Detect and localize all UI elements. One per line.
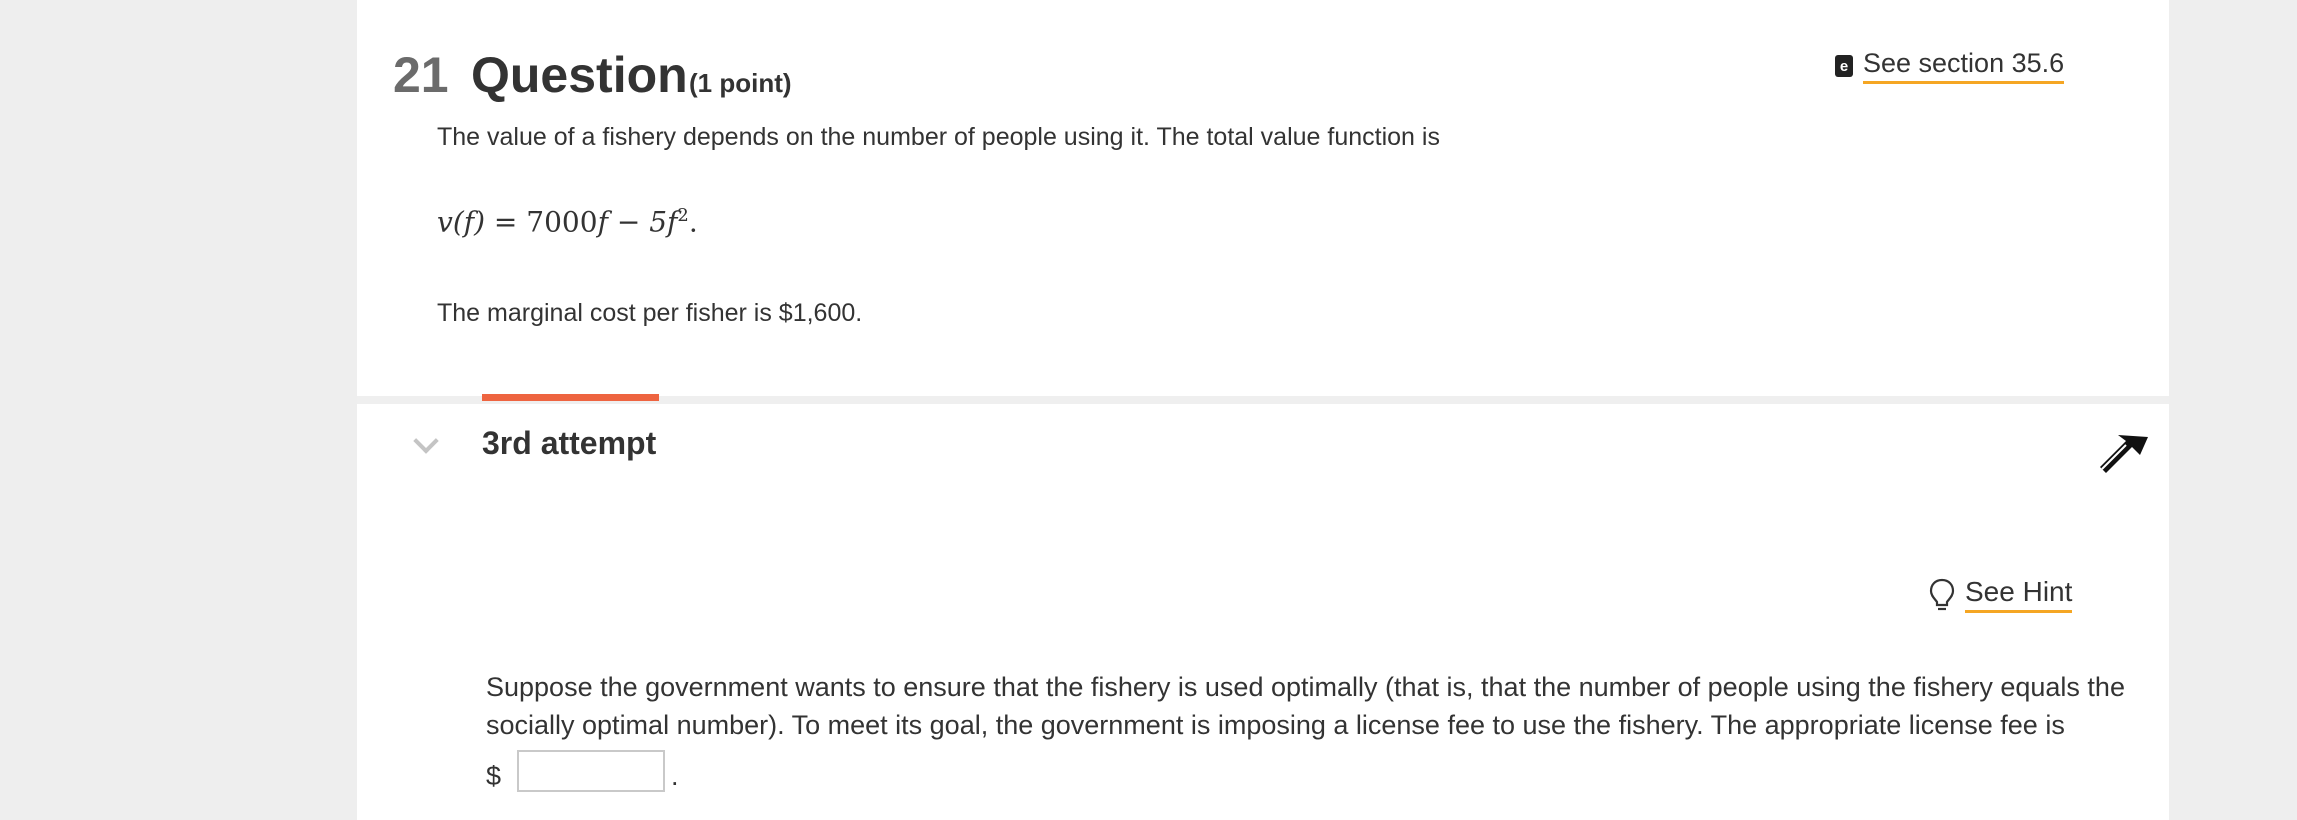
formula-term1: f − 5 bbox=[597, 205, 668, 239]
see-hint-link[interactable]: See Hint bbox=[1929, 576, 2073, 613]
formula-exponent: 2 bbox=[677, 205, 689, 226]
ebook-icon: e bbox=[1835, 55, 1853, 77]
question-number: 21 bbox=[393, 47, 449, 103]
attempt-tab-indicator bbox=[482, 394, 659, 401]
see-section-label: See section 35.6 bbox=[1863, 48, 2065, 84]
formula-term2: f bbox=[667, 205, 678, 239]
attempt-label: 3rd attempt bbox=[482, 425, 657, 461]
see-section-link[interactable]: e See section 35.6 bbox=[1835, 48, 2065, 84]
answer-trailing-period: . bbox=[671, 761, 679, 791]
question-intro: The value of a fishery depends on the nu… bbox=[437, 123, 1440, 151]
question-card: 21 Question (1 point) e See section 35.6… bbox=[357, 0, 2169, 820]
currency-symbol: $ bbox=[486, 761, 502, 791]
attempt-question-text: Suppose the government wants to ensure t… bbox=[486, 672, 2125, 740]
question-points: (1 point) bbox=[689, 68, 792, 98]
lightbulb-icon bbox=[1929, 578, 1955, 610]
marginal-cost-text: The marginal cost per fisher is $1,600. bbox=[437, 299, 863, 327]
value-function-formula: v(f) = 7000f − 5f2. bbox=[437, 205, 698, 238]
license-fee-input[interactable] bbox=[517, 750, 666, 792]
formula-end: . bbox=[688, 205, 698, 239]
formula-coef: 7000 bbox=[526, 205, 598, 239]
question-title: Question bbox=[471, 47, 688, 103]
see-hint-label: See Hint bbox=[1965, 576, 2073, 613]
chevron-down-icon[interactable] bbox=[413, 428, 439, 454]
formula-lhs: v(f) = bbox=[437, 205, 527, 239]
mouse-cursor-icon bbox=[2100, 435, 2148, 473]
answer-row: $ . bbox=[486, 748, 679, 792]
